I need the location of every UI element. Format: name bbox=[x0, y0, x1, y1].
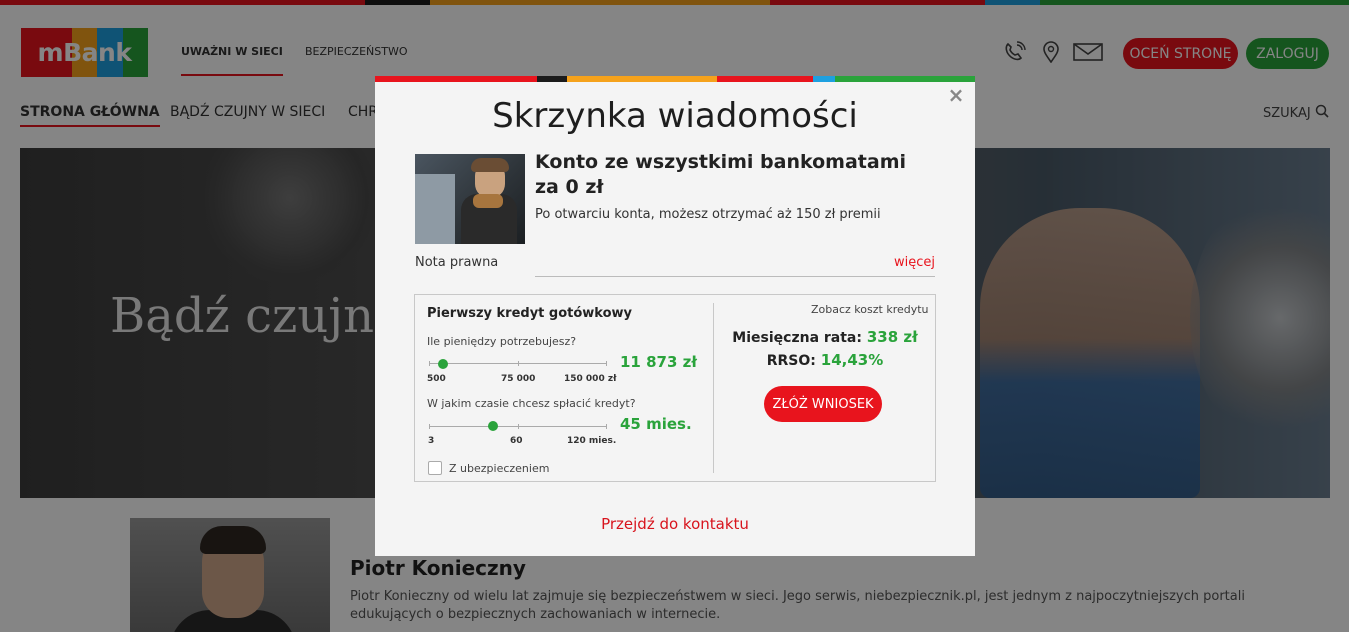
apply-button[interactable]: ZŁÓŻ WNIOSEK bbox=[764, 386, 882, 422]
contact-link[interactable]: Przejdź do kontaktu bbox=[375, 515, 975, 533]
modal-color-stripe bbox=[375, 76, 975, 82]
amount-tick-max: 150 000 zł bbox=[564, 374, 617, 384]
term-slider-handle[interactable] bbox=[487, 421, 498, 431]
amount-tick-mid: 75 000 bbox=[501, 374, 536, 384]
rrso-value: 14,43% bbox=[820, 351, 884, 369]
amount-label: Ile pieniędzy potrzebujesz? bbox=[427, 335, 577, 348]
modal-title: Skrzynka wiadomości bbox=[492, 96, 858, 136]
legal-note-divider bbox=[535, 276, 935, 277]
monthly-value: 338 zł bbox=[866, 328, 918, 346]
rrso-label: RRSO: bbox=[766, 353, 816, 369]
term-label: W jakim czasie chcesz spłacić kredyt? bbox=[427, 397, 636, 410]
monthly-installment: Miesięczna rata: 338 zł bbox=[714, 328, 936, 346]
amount-value: 11 873 zł bbox=[620, 353, 697, 371]
amount-slider-handle[interactable] bbox=[437, 359, 448, 369]
monthly-label: Miesięczna rata: bbox=[732, 330, 862, 346]
message-box-modal: × Skrzynka wiadomości Konto ze wszystkim… bbox=[375, 76, 975, 556]
offer-title[interactable]: Konto ze wszystkimi bankomatami za 0 zł bbox=[535, 150, 915, 200]
term-tick-mid: 60 bbox=[510, 436, 523, 446]
cost-link[interactable]: Zobacz koszt kredytu bbox=[811, 303, 929, 316]
offer-image[interactable] bbox=[415, 154, 525, 244]
offer-description: Po otwarciu konta, możesz otrzymać aż 15… bbox=[535, 207, 881, 222]
more-link[interactable]: więcej bbox=[894, 255, 935, 270]
term-value: 45 mies. bbox=[620, 415, 692, 433]
legal-note-label: Nota prawna bbox=[415, 255, 499, 270]
term-tick-max: 120 mies. bbox=[567, 436, 617, 446]
amount-tick-min: 500 bbox=[427, 374, 446, 384]
rrso: RRSO: 14,43% bbox=[714, 351, 936, 369]
term-tick-min: 3 bbox=[428, 436, 435, 446]
loan-calculator: Pierwszy kredyt gotówkowy Ile pieniędzy … bbox=[414, 294, 936, 482]
insurance-label[interactable]: Z ubezpieczeniem bbox=[449, 462, 549, 475]
calculator-title: Pierwszy kredyt gotówkowy bbox=[427, 306, 633, 321]
insurance-checkbox[interactable] bbox=[428, 461, 442, 475]
